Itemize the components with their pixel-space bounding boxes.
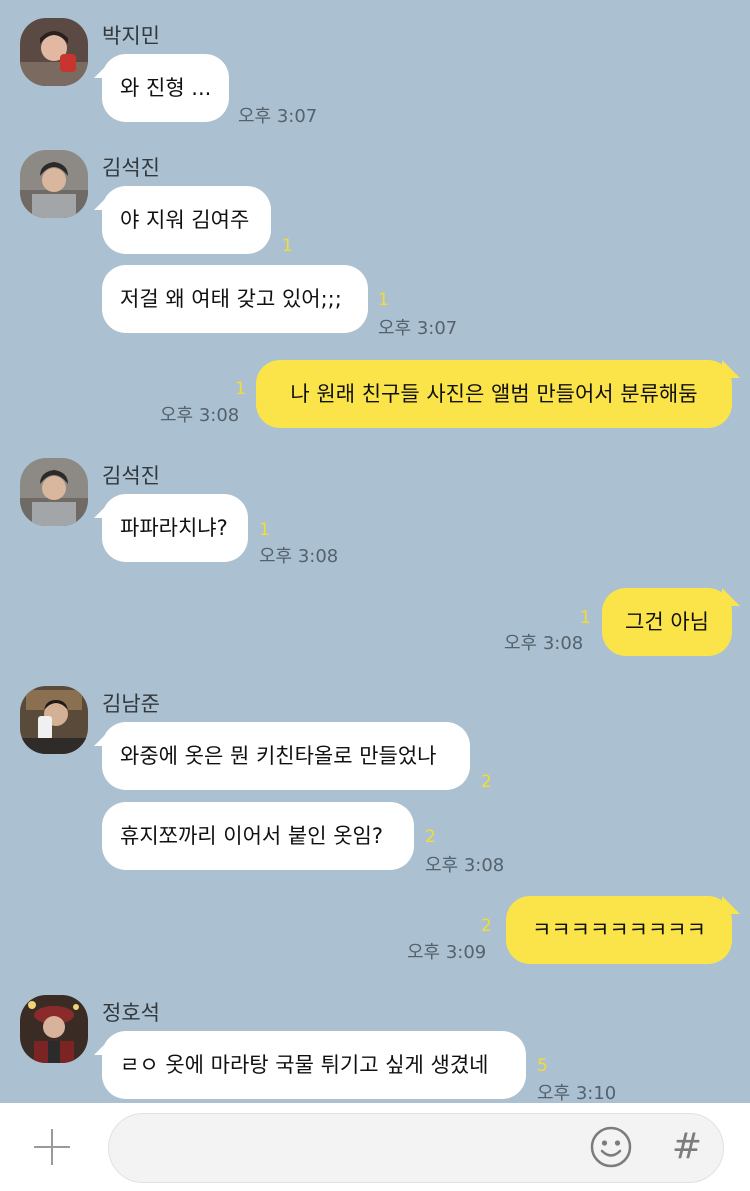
message-bubble[interactable]: 휴지쪼까리 이어서 붙인 옷임? <box>102 802 414 870</box>
hashtag-icon[interactable]: # <box>670 1126 704 1168</box>
message-bubble[interactable]: 저걸 왜 여태 갖고 있어;;; <box>102 265 368 333</box>
sender-name: 김석진 <box>102 156 160 180</box>
sender-name: 박지민 <box>102 24 160 48</box>
message-time: 오후 3:09 <box>407 942 487 963</box>
message-bubble[interactable]: ㅋㅋㅋㅋㅋㅋㅋㅋㅋ <box>506 896 732 964</box>
message-time: 오후 3:08 <box>160 405 240 426</box>
sender-name: 정호석 <box>102 1001 160 1025</box>
message-time: 오후 3:08 <box>259 546 339 567</box>
unread-count: 1 <box>259 520 270 540</box>
chat-area[interactable]: 박지민 와 진형 ... 오후 3:07 김석진 야 지워 김여주 1 저걸 왜… <box>0 0 750 1104</box>
message-bubble[interactable]: 와 진형 ... <box>102 54 229 122</box>
sender-name: 김남준 <box>102 692 160 716</box>
unread-count: 1 <box>580 608 591 628</box>
bubble-tail <box>722 588 740 606</box>
avatar-hoseok[interactable] <box>20 995 88 1063</box>
message-time: 오후 3:07 <box>378 318 458 339</box>
message-bubble[interactable]: ㄹㅇ 옷에 마라탕 국물 튀기고 싶게 생겼네 <box>102 1031 526 1099</box>
message-bubble[interactable]: 나 원래 친구들 사진은 앨범 만들어서 분류해둠 <box>256 360 732 428</box>
unread-count: 1 <box>235 379 246 399</box>
unread-count: 2 <box>481 772 492 792</box>
emoji-icon[interactable] <box>590 1126 632 1168</box>
avatar-seokjin[interactable] <box>20 150 88 218</box>
message-time: 오후 3:08 <box>504 633 584 654</box>
bubble-tail <box>722 360 740 378</box>
avatar-seokjin[interactable] <box>20 458 88 526</box>
unread-count: 2 <box>425 827 436 847</box>
message-bubble[interactable]: 파파라치냐? <box>102 494 248 562</box>
message-bubble[interactable]: 와중에 옷은 뭔 키친타올로 만들었나 <box>102 722 470 790</box>
unread-count: 5 <box>537 1056 548 1076</box>
avatar-jimin[interactable] <box>20 18 88 86</box>
unread-count: 1 <box>282 236 293 256</box>
message-time: 오후 3:07 <box>238 106 318 127</box>
sender-name: 김석진 <box>102 464 160 488</box>
avatar-namjoon[interactable] <box>20 686 88 754</box>
message-time: 오후 3:08 <box>425 855 505 876</box>
bubble-tail <box>722 896 740 914</box>
message-time: 오후 3:10 <box>537 1083 617 1104</box>
message-input-bar <box>0 1103 750 1191</box>
unread-count: 1 <box>378 290 389 310</box>
message-bubble[interactable]: 그건 아님 <box>602 588 732 656</box>
plus-icon[interactable] <box>32 1127 72 1167</box>
unread-count: 2 <box>481 916 492 936</box>
message-bubble[interactable]: 야 지워 김여주 <box>102 186 271 254</box>
